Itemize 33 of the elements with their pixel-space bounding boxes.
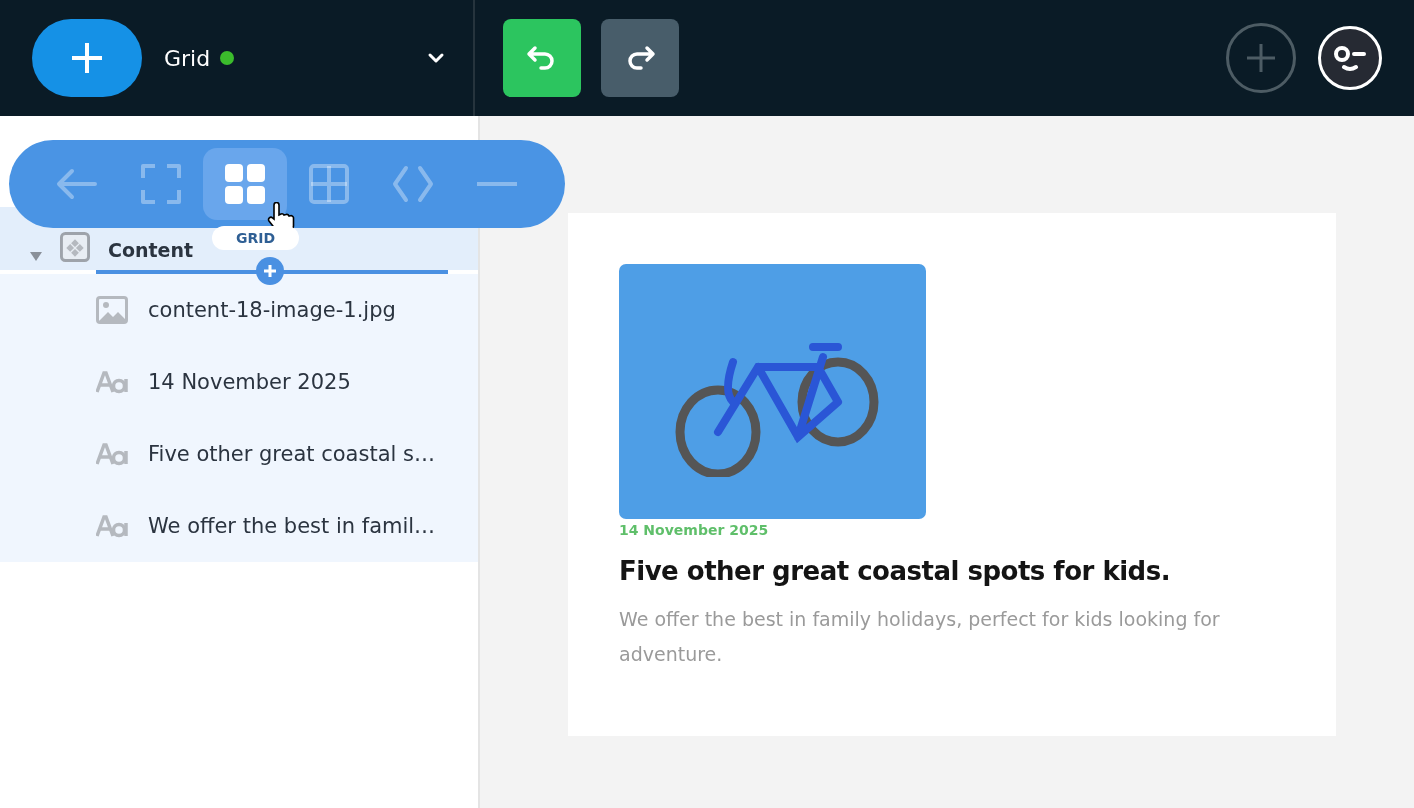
text-type-icon	[96, 442, 128, 466]
tree-item[interactable]: We offer the best in famil…	[0, 490, 478, 562]
tree-item-label: content-18-image-1.jpg	[148, 298, 396, 322]
tree-item[interactable]: Five other great coastal s…	[0, 418, 478, 490]
site-name: Grid	[164, 45, 211, 71]
chevron-down-icon	[427, 52, 445, 64]
post-date: 14 November 2025	[619, 522, 770, 538]
text-type-icon	[96, 514, 128, 538]
frame-corners-icon	[139, 162, 183, 206]
tree-item[interactable]: content-18-image-1.jpg	[0, 274, 478, 346]
undo-button[interactable]	[503, 19, 581, 97]
block-icon	[60, 232, 90, 262]
add-circle-button[interactable]	[1226, 23, 1296, 93]
expand-triangle-icon[interactable]	[30, 252, 42, 262]
plus-icon	[263, 264, 277, 278]
tooltip: GRID	[212, 226, 300, 250]
image-icon	[96, 296, 128, 324]
tree-item[interactable]: 14 November 2025	[0, 346, 478, 418]
tree-item-label: 14 November 2025	[148, 370, 351, 394]
table-icon	[307, 162, 351, 206]
plus-icon	[1244, 41, 1278, 75]
tree-item-label: Content	[108, 238, 194, 262]
post-description: We offer the best in family holidays, perfect for kids looking for adventure.	[619, 607, 1221, 667]
plus-icon	[70, 41, 104, 75]
minus-icon	[475, 182, 519, 186]
site-selector[interactable]: Grid	[164, 45, 473, 71]
tree-item-label: We offer the best in famil…	[148, 514, 436, 538]
text-type-icon	[96, 370, 128, 394]
tree-item-label: Five other great coastal s…	[148, 442, 435, 466]
user-avatar[interactable]	[1318, 26, 1382, 90]
grid-button[interactable]	[203, 148, 287, 220]
grid-icon	[223, 162, 267, 206]
post-title: Five other great coastal spots for kids.	[619, 556, 1172, 586]
